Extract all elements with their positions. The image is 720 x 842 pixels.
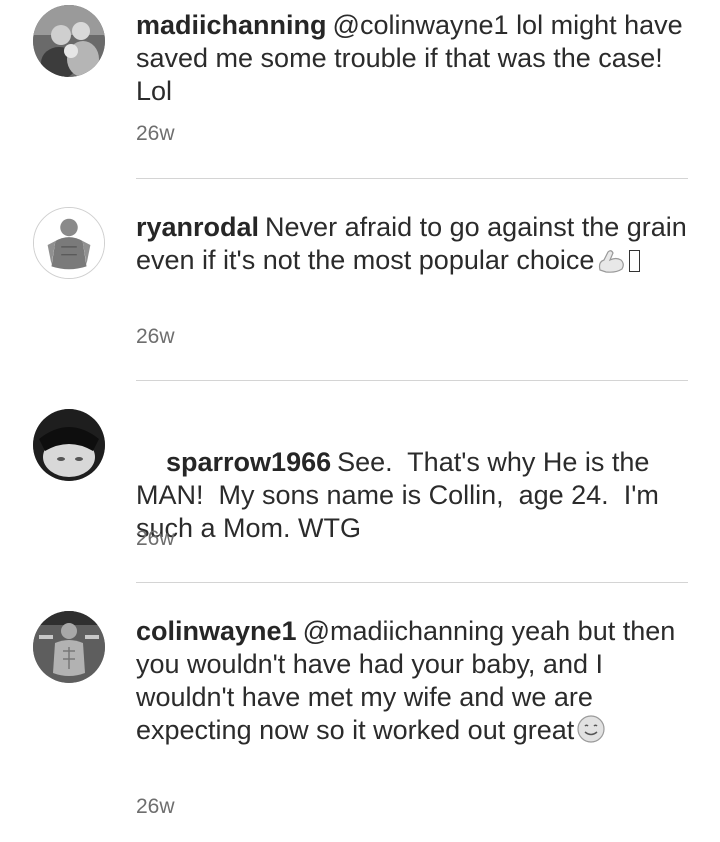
avatar-photo-icon [34, 208, 104, 278]
avatar-colinwayne1[interactable] [33, 611, 105, 683]
avatar-photo-icon [33, 5, 105, 77]
missing-glyph-icon [629, 250, 641, 272]
comment-text: colinwayne1 @madiichanning yeah but then … [136, 615, 696, 752]
comment-username[interactable]: madiichanning [136, 10, 327, 40]
comment-username[interactable]: sparrow1966 [166, 447, 331, 477]
comment-divider [136, 380, 688, 381]
avatar-madiichanning[interactable] [33, 5, 105, 77]
comment-divider [136, 178, 688, 179]
comment-text: sparrow1966 See. That's why He is the MAN… [136, 413, 696, 578]
flexed-biceps-icon [596, 248, 626, 282]
avatar-sparrow1966[interactable] [33, 409, 105, 481]
comment-mention[interactable]: @madiichanning [303, 616, 505, 646]
comment-text: madiichanning @colinwayne1 lol might have… [136, 9, 696, 108]
comment-timestamp[interactable]: 26w [136, 122, 175, 146]
comment-text: ryanrodal Never afraid to go against the … [136, 211, 696, 282]
avatar-ryanrodal[interactable] [33, 207, 105, 279]
comment-username[interactable]: colinwayne1 [136, 616, 297, 646]
comment-username[interactable]: ryanrodal [136, 212, 259, 242]
comment-divider [136, 582, 688, 583]
avatar-photo-icon [33, 611, 105, 683]
comment-mention[interactable]: @colinwayne1 [333, 10, 509, 40]
comment-timestamp[interactable]: 26w [136, 527, 175, 551]
comment-timestamp[interactable]: 26w [136, 325, 175, 349]
comment-timestamp[interactable]: 26w [136, 795, 175, 819]
smiling-face-icon [576, 714, 606, 752]
avatar-photo-icon [33, 409, 105, 481]
